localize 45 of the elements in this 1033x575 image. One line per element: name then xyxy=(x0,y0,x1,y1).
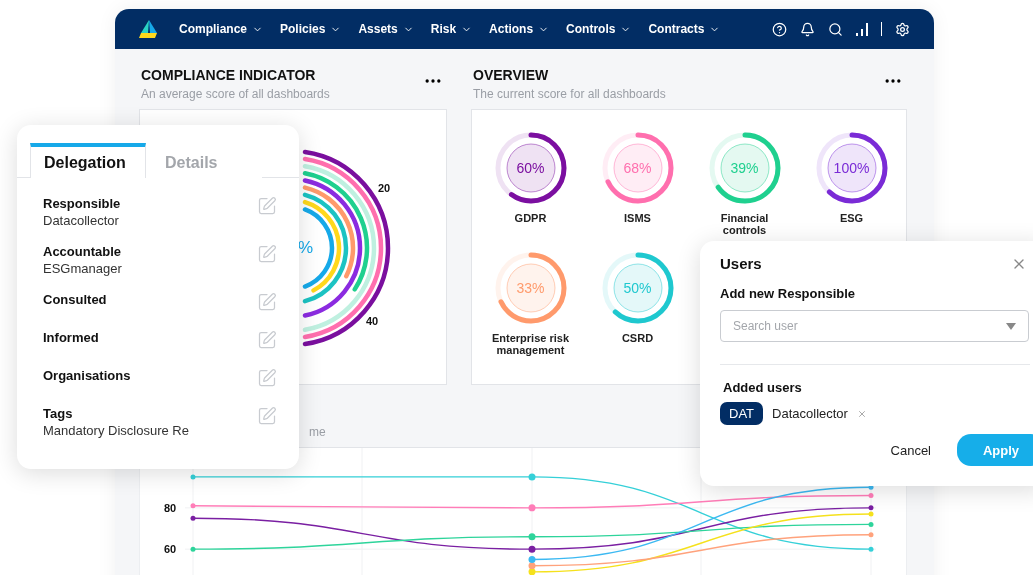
section-subtitle: The current score for all dashboards xyxy=(473,87,666,101)
axis-tick-label: 80 xyxy=(164,501,177,514)
gauge-value: 33% xyxy=(516,280,545,296)
section-title: COMPLIANCE INDICATOR xyxy=(141,67,317,83)
field-label: Add new Responsible xyxy=(720,286,857,301)
user-initials-badge: DAT xyxy=(720,402,764,425)
gauge-value: 68% xyxy=(623,160,652,176)
gauge-value: 39% xyxy=(730,160,759,176)
section-subtitle: An average score of all dashboards xyxy=(141,87,330,101)
cancel-button[interactable]: Cancel xyxy=(888,434,933,466)
center-percent: % xyxy=(298,238,314,257)
field-value: ESGmanager xyxy=(43,261,122,276)
field-label: Tags xyxy=(43,406,74,421)
gauge-label: ISMS xyxy=(623,212,652,224)
axis-tick-label: 60 xyxy=(164,543,177,556)
gauge-label: GDPR xyxy=(513,212,548,224)
field-label: Organisations xyxy=(43,368,131,383)
nav-menu-item[interactable]: Risk xyxy=(430,22,473,36)
field-label: Informed xyxy=(43,330,99,345)
nav-menu-item[interactable]: Contracts xyxy=(648,22,721,36)
tick-label: 40 xyxy=(366,315,379,327)
nav-menu-item[interactable]: Controls xyxy=(566,22,632,36)
dialog-title: Users xyxy=(720,255,762,272)
field-value: Mandatory Disclosure Re xyxy=(43,423,189,438)
panel-tab[interactable]: Delegation xyxy=(30,143,146,178)
field-label: Consulted xyxy=(43,292,107,307)
field-value: Datacollector xyxy=(43,213,120,228)
user-name: Datacollector xyxy=(772,406,848,421)
nav-menu-item[interactable]: Policies xyxy=(280,22,342,36)
nav-menu-item[interactable]: Compliance xyxy=(179,22,263,36)
gauge-label: ESG xyxy=(838,212,865,224)
gauge-value: 60% xyxy=(516,160,545,176)
gauge-value: 100% xyxy=(833,160,870,176)
gauge-label: Financial controls xyxy=(719,212,770,236)
field-label: Responsible xyxy=(43,196,121,211)
section-title: OVERVIEW xyxy=(473,67,550,83)
field-label: Accountable xyxy=(43,244,122,259)
nav-menu-item[interactable]: Actions xyxy=(489,22,550,36)
user-search-field[interactable]: Search user xyxy=(720,310,1029,342)
gauge-value: 50% xyxy=(623,280,652,296)
section-label: Added users xyxy=(723,380,803,395)
tick-label: 20 xyxy=(378,182,391,194)
gauge-label: CSRD xyxy=(620,332,655,344)
gauge-label: Enterprise risk management xyxy=(490,332,570,356)
nav-menu-item[interactable]: Assets xyxy=(358,22,414,36)
